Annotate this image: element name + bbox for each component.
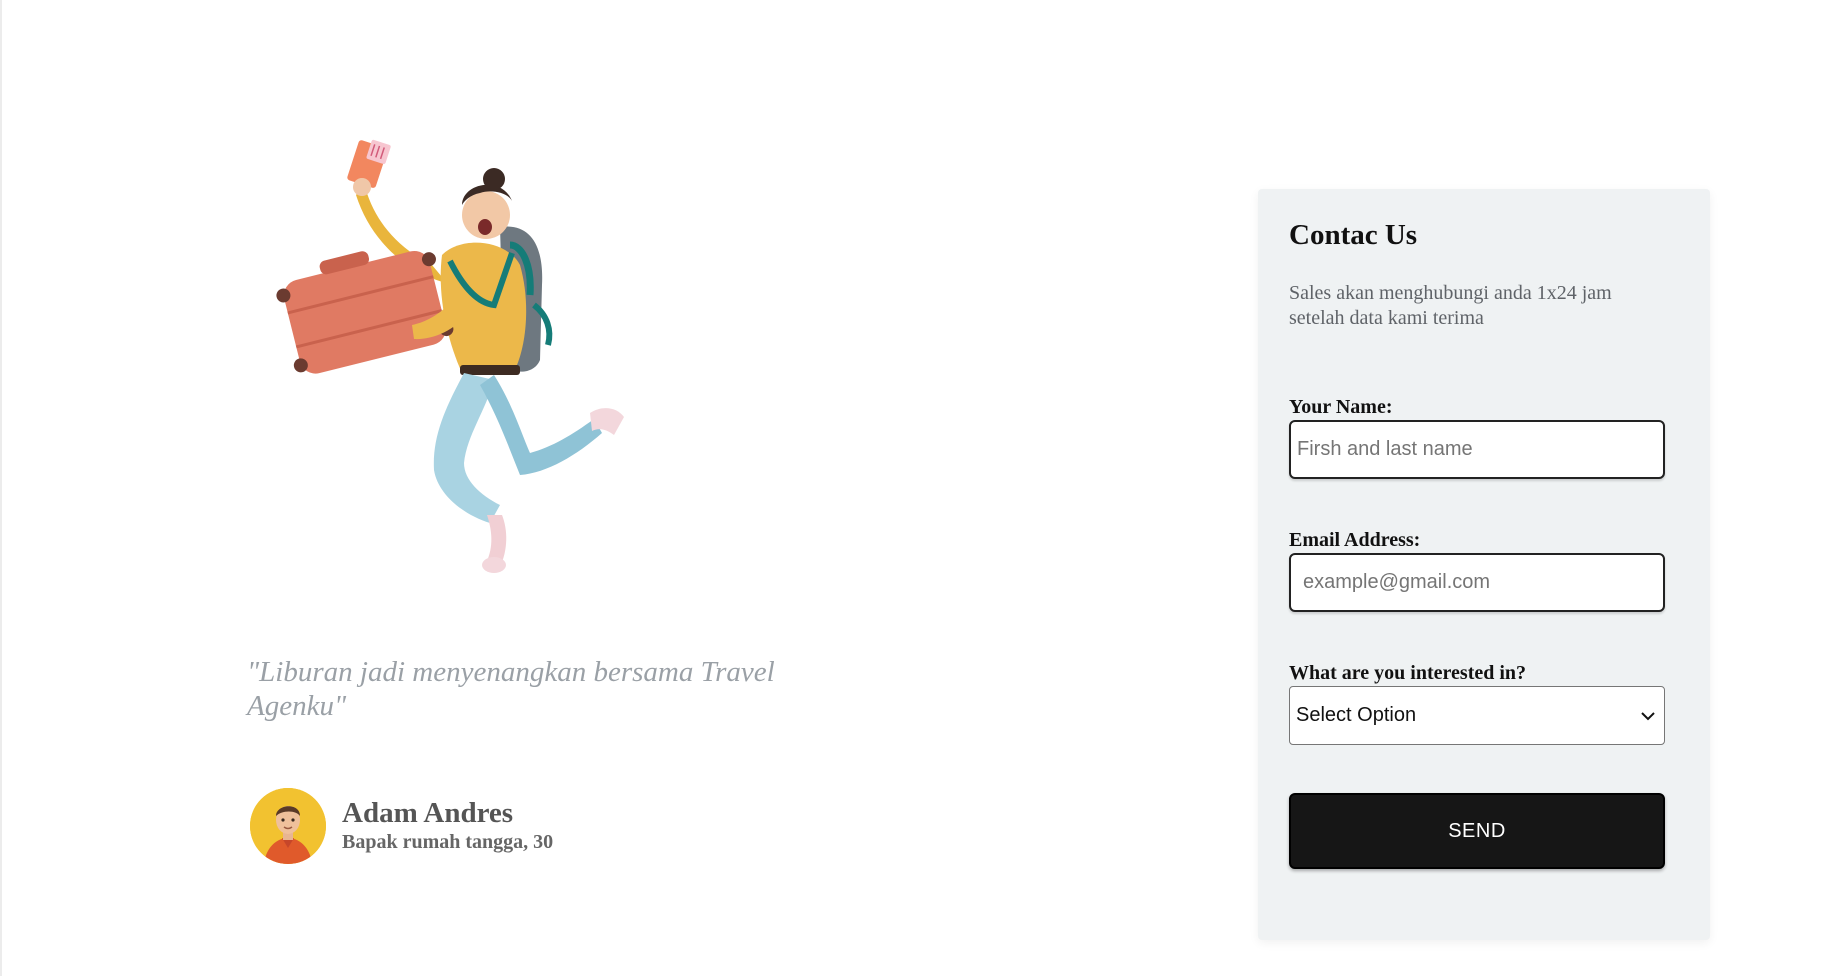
interest-select-value: Select Option [1296, 704, 1417, 726]
name-input[interactable] [1289, 420, 1665, 479]
name-field-group: Your Name: [1289, 396, 1665, 479]
testimonial-quote: "Liburan jadi menyenangkan bersama Trave… [247, 656, 775, 722]
contact-description: Sales akan menghubungi anda 1x24 jam set… [1289, 282, 1612, 329]
page: "Liburan jadi menyenangkan bersama Trave… [0, 0, 1826, 976]
author-role: Bapak rumah tangga, 30 [342, 831, 554, 853]
avatar [250, 788, 326, 864]
send-button[interactable]: SEND [1289, 793, 1665, 869]
chevron-down-icon [1640, 708, 1656, 724]
email-field-group: Email Address: [1289, 529, 1665, 612]
email-label: Email Address: [1289, 529, 1421, 551]
interest-field-group: What are you interested in? Select Optio… [1289, 662, 1665, 745]
email-input[interactable] [1289, 553, 1665, 612]
name-label: Your Name: [1289, 396, 1393, 418]
contact-title: Contac Us [1289, 219, 1418, 251]
contact-form-card: Contac Us Sales akan menghubungi anda 1x… [1258, 189, 1710, 940]
author-name: Adam Andres [342, 797, 514, 829]
jumping-traveler-illustration [272, 135, 692, 600]
interest-select[interactable]: Select Option [1289, 686, 1665, 745]
interest-label: What are you interested in? [1289, 662, 1527, 684]
testimonial-author: Adam Andres Bapak rumah tangga, 30 [250, 788, 553, 864]
